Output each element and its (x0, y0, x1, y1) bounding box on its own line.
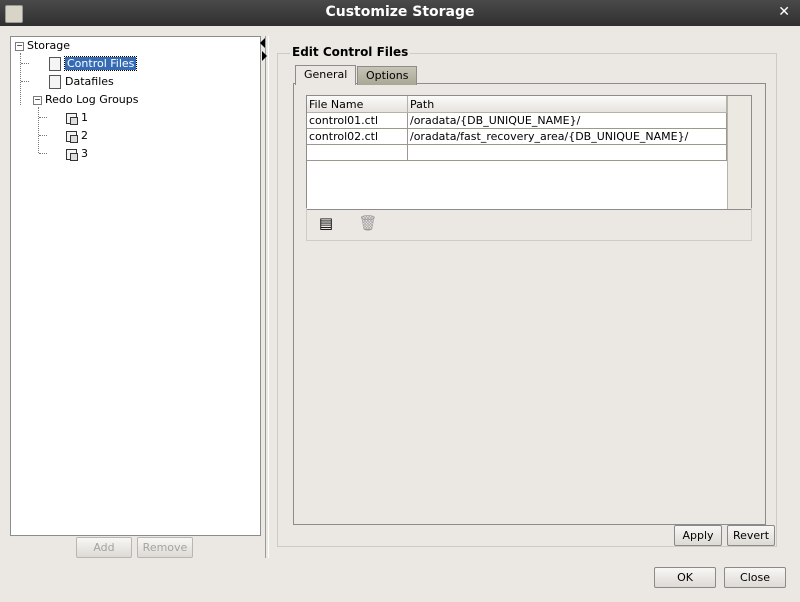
tree-item-log-group-1[interactable]: 1 (66, 110, 88, 126)
log-group-icon (66, 130, 78, 143)
tree-label: 3 (81, 147, 88, 160)
add-button-label: Add (93, 541, 115, 554)
column-header-file-name[interactable]: File Name (307, 96, 408, 113)
column-header-path[interactable]: Path (407, 96, 727, 113)
collapse-right-icon[interactable] (262, 51, 267, 61)
path-cell[interactable]: /oradata/{DB_UNIQUE_NAME}/ (407, 112, 727, 129)
dialog-body: − Storage Control Files Datafiles − Redo L… (0, 26, 800, 602)
tree-connector (39, 117, 47, 118)
revert-button-label: Revert (732, 529, 770, 542)
table-side-strip (727, 96, 751, 209)
tree-connector (39, 135, 47, 136)
tab-label: Options (366, 69, 409, 82)
apply-button[interactable]: Apply (674, 525, 722, 546)
tree-item-log-group-2[interactable]: 2 (66, 128, 88, 144)
table-toolbar: ▤ 🗑 (306, 208, 752, 241)
tree-label: Datafiles (65, 75, 114, 88)
close-button-label: Close (740, 571, 770, 584)
empty-path-cell[interactable] (407, 144, 727, 161)
tree-connector (39, 153, 47, 154)
log-group-icon (66, 112, 78, 125)
ok-button[interactable]: OK (654, 567, 716, 588)
empty-file-name-cell[interactable] (307, 144, 408, 161)
table-header: File Name Path (307, 96, 727, 113)
window-title: Customize Storage (325, 4, 475, 20)
revert-button[interactable]: Revert (727, 525, 775, 546)
tree-label: 1 (81, 111, 88, 124)
table-row[interactable]: control02.ctl /oradata/fast_recovery_are… (307, 128, 727, 145)
control-file-icon (49, 57, 61, 71)
tree-label: 2 (81, 129, 88, 142)
collapse-left-icon[interactable] (260, 38, 265, 48)
close-button[interactable]: Close (724, 567, 786, 588)
file-name-cell[interactable]: control02.ctl (307, 128, 408, 145)
tree-guide-line (20, 53, 21, 105)
ok-button-label: OK (677, 571, 693, 584)
tree-label: Storage (27, 39, 71, 52)
tree-item-log-group-3[interactable]: 3 (66, 146, 88, 162)
collapse-icon[interactable]: − (15, 41, 24, 51)
apply-button-label: Apply (682, 529, 714, 542)
path-cell[interactable]: /oradata/fast_recovery_area/{DB_UNIQUE_N… (407, 128, 727, 145)
file-name-cell[interactable]: control01.ctl (307, 112, 408, 129)
add-button[interactable]: Add (76, 537, 132, 558)
tree-item-storage[interactable]: − Storage (15, 38, 70, 54)
log-group-icon (66, 148, 78, 161)
tree-connector (21, 81, 29, 82)
tree-label: Control Files (63, 56, 138, 71)
trash-icon[interactable]: 🗑 (358, 213, 378, 233)
control-files-grid: File Name Path control01.ctl /oradata/{D… (307, 96, 727, 161)
editor-title: Edit Control Files (290, 45, 411, 59)
tree-guide-line (38, 107, 39, 153)
tree-item-control-files[interactable]: Control Files (49, 56, 138, 72)
tab-general[interactable]: General (295, 65, 357, 85)
table-row[interactable]: control01.ctl /oradata/{DB_UNIQUE_NAME}/ (307, 112, 727, 129)
tree-label: Redo Log Groups (45, 93, 139, 106)
storage-tree[interactable]: − Storage Control Files Datafiles − Redo L… (10, 36, 261, 536)
tab-options[interactable]: Options (357, 66, 418, 85)
tree-connector (21, 63, 29, 64)
tree-item-datafiles[interactable]: Datafiles (49, 74, 114, 90)
collapse-icon[interactable]: − (33, 95, 42, 105)
remove-button-label: Remove (142, 541, 188, 554)
remove-button[interactable]: Remove (137, 537, 193, 558)
control-files-table[interactable]: File Name Path control01.ctl /oradata/{D… (306, 95, 752, 210)
tab-label: General (304, 68, 348, 81)
add-row-icon[interactable]: ▤ (316, 213, 336, 233)
title-bar: Customize Storage ✕ (0, 0, 800, 26)
datafile-icon (49, 75, 61, 89)
panel-splitter[interactable] (265, 36, 269, 558)
empty-table-row[interactable] (307, 144, 727, 161)
window-close-icon[interactable]: ✕ (778, 4, 790, 20)
tree-item-redo-log-groups[interactable]: − Redo Log Groups (33, 92, 139, 108)
